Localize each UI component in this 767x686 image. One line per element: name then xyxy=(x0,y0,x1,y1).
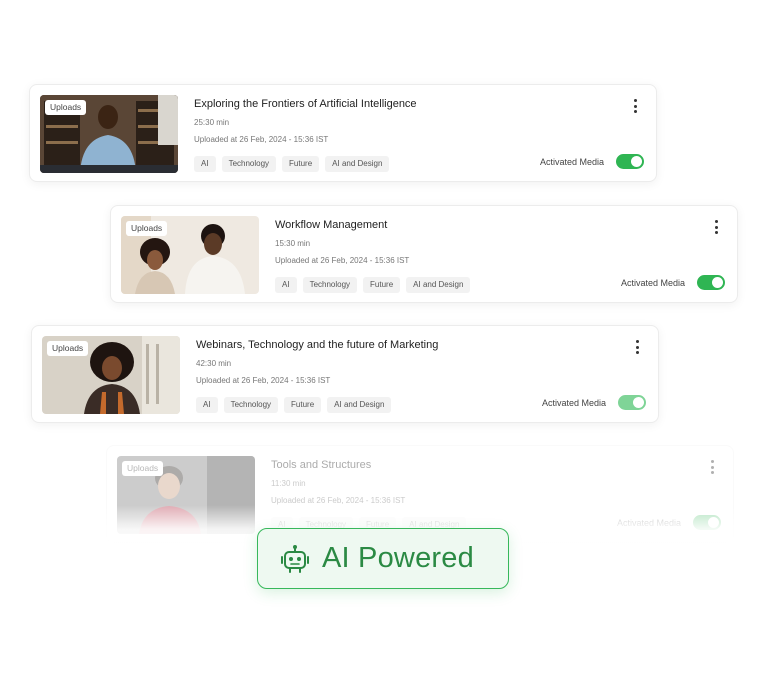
tag[interactable]: AI and Design xyxy=(327,397,392,413)
tag-list: AI Technology Future AI and Design xyxy=(275,277,471,293)
card-upload-date: Uploaded at 26 Feb, 2024 - 15:36 IST xyxy=(275,256,410,265)
tag[interactable]: AI xyxy=(275,277,297,293)
tag[interactable]: Technology xyxy=(221,156,277,172)
more-options-icon[interactable] xyxy=(713,220,719,234)
card-title[interactable]: Workflow Management xyxy=(275,219,387,231)
activate-media-toggle[interactable] xyxy=(618,395,646,410)
activate-media-toggle[interactable] xyxy=(616,154,644,169)
media-card[interactable]: Uploads Webinars, Technology and the fut… xyxy=(31,325,659,423)
video-thumbnail[interactable]: Uploads xyxy=(42,336,180,414)
card-duration: 25:30 min xyxy=(194,118,230,127)
tag[interactable]: Technology xyxy=(302,277,358,293)
ai-powered-label: AI Powered xyxy=(322,542,474,574)
uploads-badge: Uploads xyxy=(45,100,87,115)
card-title[interactable]: Webinars, Technology and the future of M… xyxy=(196,339,438,351)
card-title[interactable]: Exploring the Frontiers of Artificial In… xyxy=(194,98,417,110)
activate-media-toggle[interactable] xyxy=(697,275,725,290)
media-card[interactable]: Uploads Exploring the Frontiers of Artif… xyxy=(29,84,657,182)
tag[interactable]: AI xyxy=(196,397,218,413)
tag-list: AI Technology Future AI and Design xyxy=(194,156,390,172)
card-duration: 42:30 min xyxy=(196,359,232,368)
card-upload-date: Uploaded at 26 Feb, 2024 - 15:36 IST xyxy=(196,376,331,385)
video-thumbnail[interactable]: Uploads xyxy=(117,456,255,534)
card-title[interactable]: Tools and Structures xyxy=(271,459,371,471)
card-duration: 15:30 min xyxy=(275,239,311,248)
tag-list: AI Technology Future AI and Design xyxy=(196,397,392,413)
more-options-icon[interactable] xyxy=(632,99,638,113)
status-label: Activated Media xyxy=(616,518,681,528)
uploads-badge: Uploads xyxy=(126,221,168,236)
tag[interactable]: Future xyxy=(363,277,401,293)
tag[interactable]: AI xyxy=(194,156,216,172)
tag[interactable]: AI and Design xyxy=(325,156,390,172)
robot-icon xyxy=(281,544,309,573)
video-thumbnail[interactable]: Uploads xyxy=(121,216,259,294)
tag[interactable]: Future xyxy=(284,397,322,413)
activate-media-toggle[interactable] xyxy=(693,515,721,530)
media-card[interactable]: Uploads Workflow Management 15:30 min Up… xyxy=(110,205,738,303)
video-thumbnail[interactable]: Uploads xyxy=(40,95,178,173)
more-options-icon[interactable] xyxy=(634,340,640,354)
card-upload-date: Uploaded at 26 Feb, 2024 - 15:36 IST xyxy=(194,135,329,144)
tag[interactable]: Technology xyxy=(223,397,279,413)
card-duration: 11:30 min xyxy=(271,479,306,488)
uploads-badge: Uploads xyxy=(47,341,89,356)
ai-powered-badge: AI Powered xyxy=(257,528,509,589)
more-options-icon[interactable] xyxy=(709,460,715,474)
status-label: Activated Media xyxy=(541,398,606,408)
uploads-badge: Uploads xyxy=(122,461,164,476)
tag[interactable]: AI and Design xyxy=(406,277,471,293)
tag[interactable]: Future xyxy=(282,156,320,172)
status-label: Activated Media xyxy=(539,157,604,167)
card-upload-date: Uploaded at 26 Feb, 2024 - 15:36 IST xyxy=(271,496,406,505)
status-label: Activated Media xyxy=(620,278,685,288)
